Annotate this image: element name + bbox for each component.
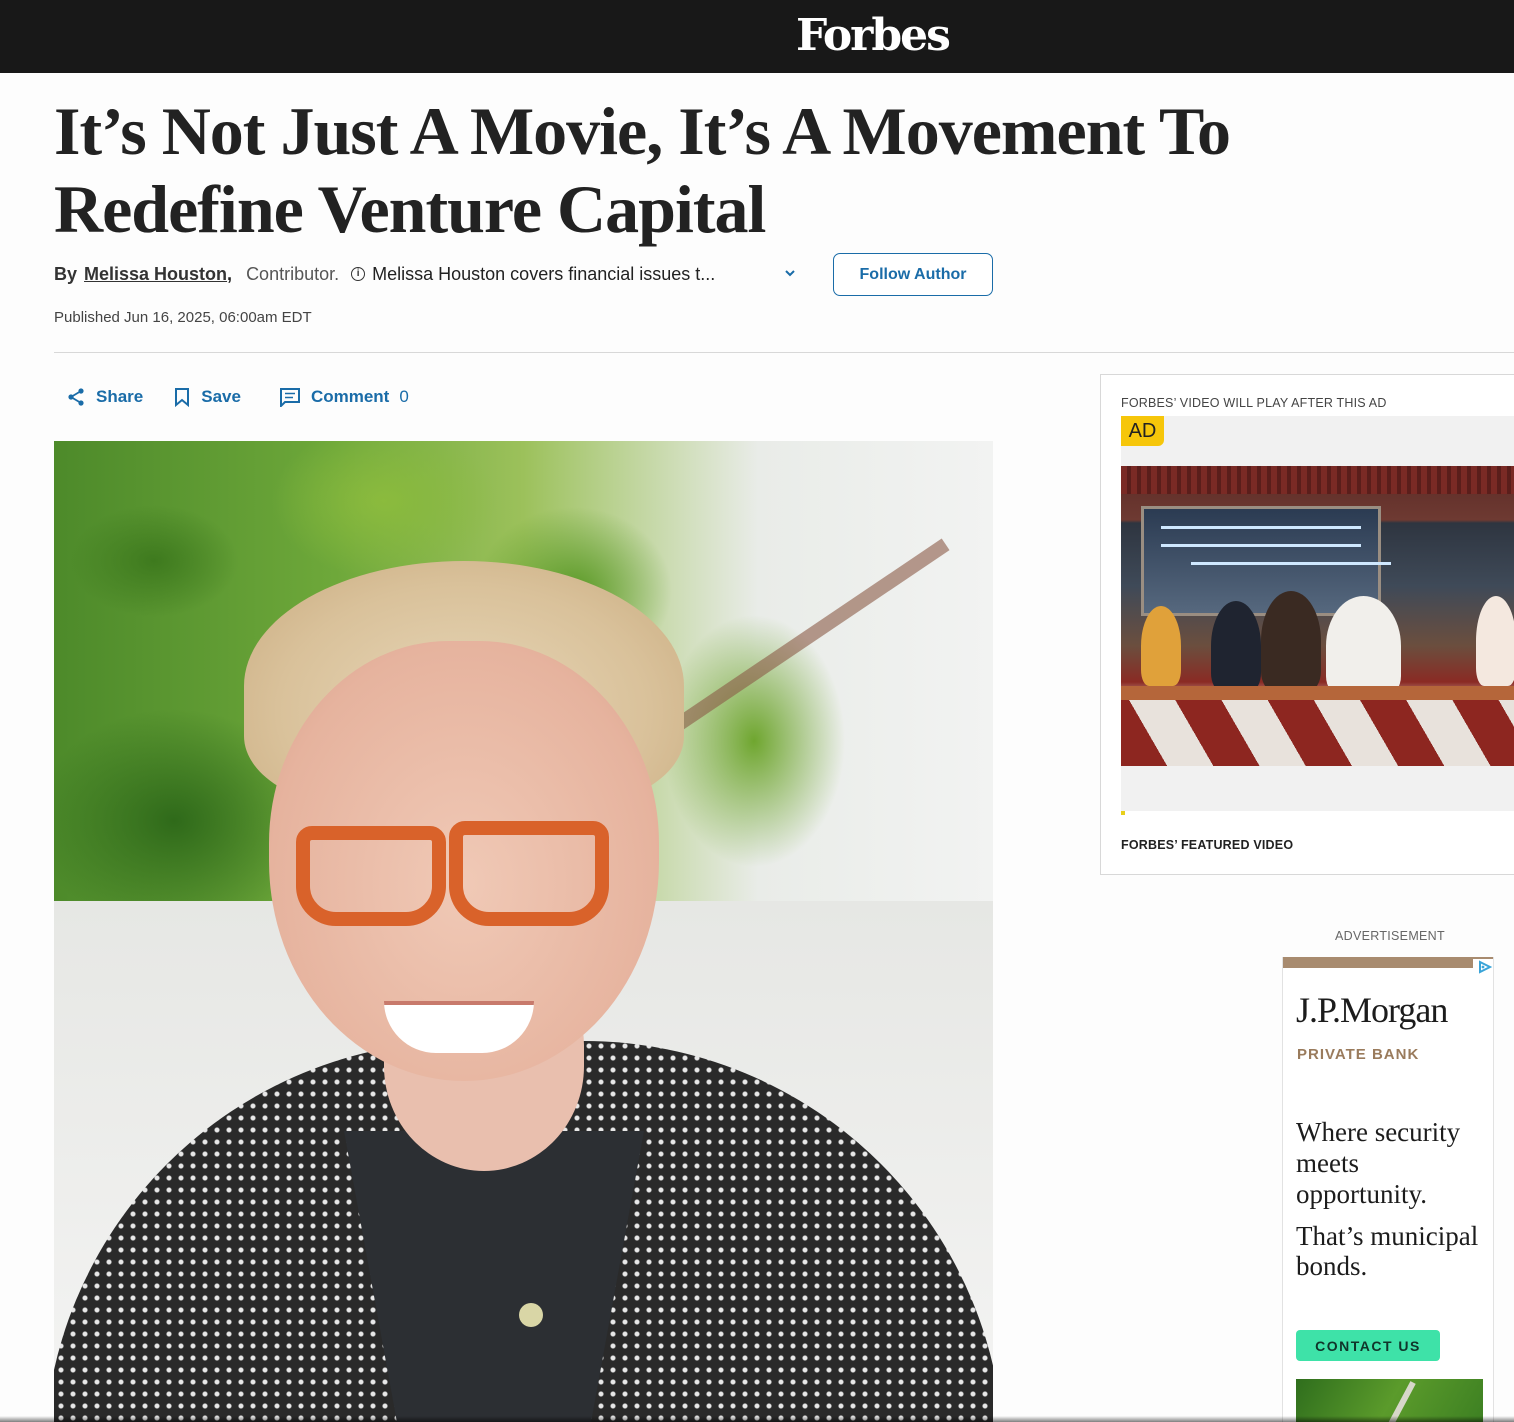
diner-person <box>1326 596 1401 696</box>
published-date: Published Jun 16, 2025, 06:00am EDT <box>54 309 312 326</box>
author-role: Contributor. <box>246 263 340 284</box>
diner-person <box>1261 591 1321 691</box>
featured-video-label: FORBES’ FEATURED VIDEO <box>1121 838 1294 852</box>
chevron-down-icon[interactable] <box>782 265 798 281</box>
diner-lights <box>1161 526 1361 529</box>
save-button[interactable]: Save <box>173 387 241 407</box>
info-icon[interactable]: i <box>351 267 366 281</box>
bottom-edge-shadow <box>0 1416 1514 1422</box>
author-link[interactable]: Melissa Houston <box>84 264 227 285</box>
video-progress-fill <box>1121 811 1125 815</box>
hero-image <box>54 441 993 1422</box>
diner-ceiling <box>1121 466 1514 494</box>
top-navigation-bar: Forbes <box>0 0 1514 73</box>
advertisement-label: ADVERTISEMENT <box>1335 929 1445 943</box>
share-label: Share <box>96 387 144 406</box>
video-ad-caption: FORBES’ VIDEO WILL PLAY AFTER THIS AD <box>1121 396 1387 410</box>
diner-person <box>1476 596 1514 686</box>
video-progress-bar[interactable] <box>1121 811 1514 815</box>
ad-copy-primary: Where security meets opportunity. <box>1296 1117 1461 1209</box>
ad-subbrand: PRIVATE BANK <box>1297 1046 1420 1063</box>
dark-shirt <box>344 1131 644 1422</box>
ad-brand-logo: J.P.Morgan <box>1296 990 1448 1030</box>
comment-icon <box>279 388 300 407</box>
article-headline: It’s Not Just A Movie, It’s A Movement T… <box>54 93 1231 247</box>
comment-label: Comment <box>310 387 390 406</box>
diner-person <box>1211 601 1261 691</box>
ad-copy-secondary: That’s municipal bonds. <box>1296 1221 1479 1281</box>
save-label: Save <box>201 387 241 406</box>
diner-booth <box>1121 700 1514 766</box>
jpmorgan-ad[interactable]: J.P.Morgan PRIVATE BANK Where security m… <box>1282 957 1494 1422</box>
divider <box>54 352 1514 353</box>
ad-badge: AD <box>1121 416 1164 446</box>
diner-counter <box>1121 686 1514 700</box>
author-bio-snippet: Melissa Houston covers financial issues … <box>372 263 716 284</box>
adchoices-icon[interactable] <box>1473 959 1494 975</box>
byline-comma: , <box>227 263 233 284</box>
follow-author-button[interactable]: Follow Author <box>833 253 993 296</box>
article-actions: Share Save Comment 0 <box>66 385 409 409</box>
byline: By Melissa Houston , Contributor. i Meli… <box>54 262 752 286</box>
bookmark-icon <box>175 388 190 407</box>
comment-count: 0 <box>399 387 409 406</box>
contact-us-button[interactable]: CONTACT US <box>1296 1330 1440 1361</box>
comment-button[interactable]: Comment 0 <box>279 387 409 407</box>
featured-video-widget: FORBES’ VIDEO WILL PLAY AFTER THIS AD AD… <box>1100 374 1514 875</box>
byline-prefix: By <box>54 263 78 284</box>
shirt-button <box>519 1303 543 1327</box>
forbes-logo[interactable]: Forbes <box>796 10 951 61</box>
share-button[interactable]: Share <box>66 387 143 407</box>
glasses-left-lens <box>296 826 446 926</box>
share-icon <box>68 388 84 406</box>
diner-kitchen-window <box>1141 506 1381 616</box>
glasses-right-lens <box>449 821 609 926</box>
video-player[interactable]: AD <box>1121 416 1514 815</box>
ad-top-stripe <box>1283 957 1493 968</box>
diner-person <box>1141 606 1181 686</box>
video-still-image[interactable] <box>1121 466 1514 766</box>
